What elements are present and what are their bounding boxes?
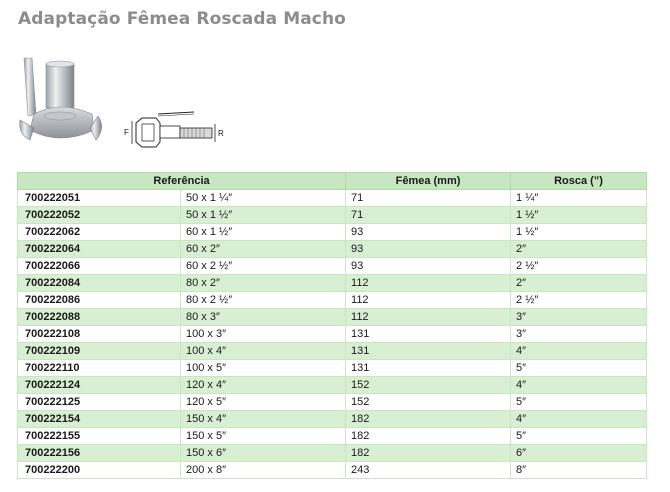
table-row: 700222155 150 x 5″ 182 5″	[17, 427, 648, 445]
cell-femea: 182	[345, 444, 512, 462]
header-rosca: Rosca (”)	[510, 172, 648, 190]
table-row: 700222084 80 x 2″ 112 2″	[17, 274, 648, 292]
cell-ref: 700222108	[17, 325, 181, 343]
table-row: 700222109 100 x 4″ 131 4″	[17, 342, 648, 360]
cell-femea: 112	[345, 274, 512, 292]
cell-ref: 700222051	[17, 189, 181, 207]
cell-ref: 700222052	[17, 206, 181, 224]
cell-rosca: 2 ½″	[510, 291, 648, 309]
cell-ref: 700222156	[17, 444, 181, 462]
cell-femea: 152	[345, 376, 512, 394]
table-header-row: Referência Fêmea (mm) Rosca (”)	[16, 172, 648, 190]
cell-ref: 700222064	[17, 240, 181, 258]
cell-ref: 700222125	[17, 393, 181, 411]
table-row: 700222154 150 x 4″ 182 4″	[17, 410, 648, 428]
cell-femea: 93	[345, 240, 512, 258]
header-referencia: Referência	[16, 172, 347, 190]
cell-rosca: 2 ½″	[510, 257, 648, 275]
cell-rosca: 4″	[510, 410, 648, 428]
cell-femea: 131	[345, 342, 512, 360]
cell-size: 60 x 2″	[179, 240, 347, 258]
cell-rosca: 1 ½″	[510, 206, 648, 224]
cell-rosca: 4″	[510, 376, 648, 394]
cell-rosca: 1 ¼″	[510, 189, 648, 207]
cell-ref: 700222086	[17, 291, 181, 309]
cell-rosca: 8″	[510, 461, 648, 479]
table-row: 700222088 80 x 3″ 112 3″	[17, 308, 648, 326]
table-row: 700222086 80 x 2 ½″ 112 2 ½″	[17, 291, 648, 309]
table-row: 700222052 50 x 1 ½″ 71 1 ½″	[17, 206, 648, 224]
cell-rosca: 5″	[510, 393, 648, 411]
header-femea: Fêmea (mm)	[345, 172, 512, 190]
cell-size: 120 x 5″	[179, 393, 347, 411]
cell-ref: 700222084	[17, 274, 181, 292]
cell-size: 120 x 4″	[179, 376, 347, 394]
drawing-label-f: F	[124, 128, 129, 137]
cell-femea: 71	[345, 206, 512, 224]
table-row: 700222062 60 x 1 ½″ 93 1 ½″	[17, 223, 648, 241]
cell-size: 80 x 2 ½″	[179, 291, 347, 309]
cell-size: 150 x 5″	[179, 427, 347, 445]
cell-femea: 182	[345, 427, 512, 445]
cell-rosca: 4″	[510, 342, 648, 360]
table-row: 700222124 120 x 4″ 152 4″	[17, 376, 648, 394]
cell-rosca: 3″	[510, 308, 648, 326]
cell-femea: 131	[345, 325, 512, 343]
cell-ref: 700222066	[17, 257, 181, 275]
cell-ref: 700222124	[17, 376, 181, 394]
cell-rosca: 2″	[510, 274, 648, 292]
cell-size: 60 x 1 ½″	[179, 223, 347, 241]
cell-size: 50 x 1 ½″	[179, 206, 347, 224]
cell-femea: 182	[345, 410, 512, 428]
cell-size: 100 x 3″	[179, 325, 347, 343]
cell-size: 150 x 4″	[179, 410, 347, 428]
cell-femea: 131	[345, 359, 512, 377]
cell-ref: 700222088	[17, 308, 181, 326]
cell-femea: 152	[345, 393, 512, 411]
cell-femea: 243	[345, 461, 512, 479]
cell-femea: 112	[345, 308, 512, 326]
cell-ref: 700222155	[17, 427, 181, 445]
cell-size: 200 x 8″	[179, 461, 347, 479]
technical-drawing: F R	[124, 111, 224, 148]
table-row: 700222066 60 x 2 ½″ 93 2 ½″	[17, 257, 648, 275]
page-title: Adaptação Fêmea Roscada Macho	[18, 9, 346, 29]
cell-ref: 700222062	[17, 223, 181, 241]
cell-size: 80 x 2″	[179, 274, 347, 292]
table-row: 700222200 200 x 8″ 243 8″	[17, 461, 648, 479]
cell-rosca: 6″	[510, 444, 648, 462]
table-row: 700222156 150 x 6″ 182 6″	[17, 444, 648, 462]
cell-ref: 700222200	[17, 461, 181, 479]
table-row: 700222108 100 x 3″ 131 3″	[17, 325, 648, 343]
spec-table: Referência Fêmea (mm) Rosca (”) 70022205…	[16, 172, 648, 479]
cell-femea: 112	[345, 291, 512, 309]
cell-size: 60 x 2 ½″	[179, 257, 347, 275]
cell-rosca: 5″	[510, 359, 648, 377]
cell-size: 150 x 6″	[179, 444, 347, 462]
cell-size: 50 x 1 ¼″	[179, 189, 347, 207]
cell-rosca: 2″	[510, 240, 648, 258]
product-photo	[19, 57, 102, 141]
table-row: 700222051 50 x 1 ¼″ 71 1 ¼″	[17, 189, 648, 207]
cell-ref: 700222110	[17, 359, 181, 377]
cell-rosca: 5″	[510, 427, 648, 445]
table-row: 700222110 100 x 5″ 131 5″	[17, 359, 648, 377]
drawing-label-r: R	[218, 129, 224, 138]
cell-rosca: 1 ½″	[510, 223, 648, 241]
cell-femea: 93	[345, 257, 512, 275]
cell-size: 100 x 4″	[179, 342, 347, 360]
table-row: 700222064 60 x 2″ 93 2″	[17, 240, 648, 258]
table-row: 700222125 120 x 5″ 152 5″	[17, 393, 648, 411]
cell-femea: 71	[345, 189, 512, 207]
cell-ref: 700222154	[17, 410, 181, 428]
cell-rosca: 3″	[510, 325, 648, 343]
cell-size: 100 x 5″	[179, 359, 347, 377]
cell-ref: 700222109	[17, 342, 181, 360]
cell-size: 80 x 3″	[179, 308, 347, 326]
cell-femea: 93	[345, 223, 512, 241]
